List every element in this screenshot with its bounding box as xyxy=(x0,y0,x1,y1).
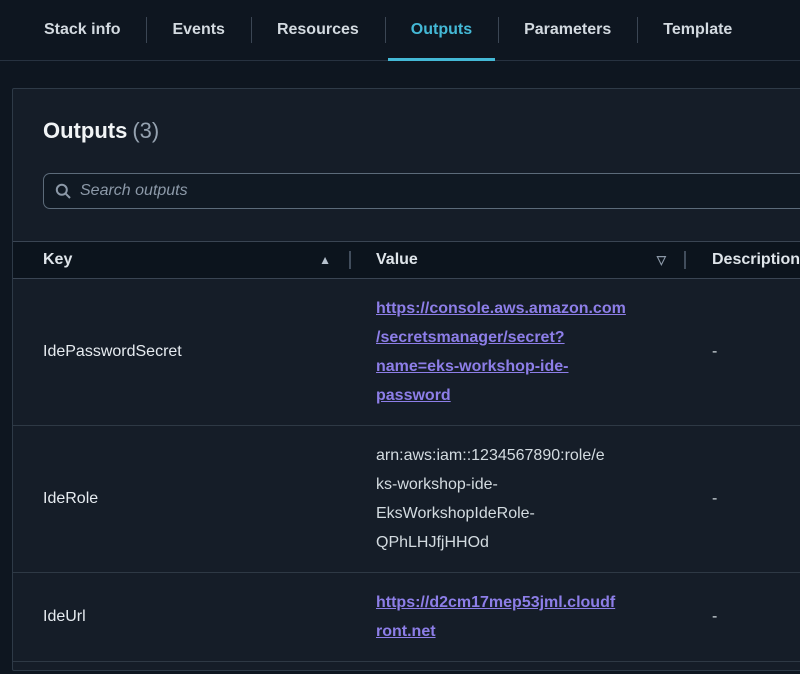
output-description: - xyxy=(684,490,800,508)
panel-title: Outputs(3) xyxy=(43,117,800,145)
column-header-value[interactable]: Value ▽ xyxy=(349,242,684,278)
column-header-value-label: Value xyxy=(376,251,418,269)
column-header-description[interactable]: Description xyxy=(684,242,800,278)
tab-events[interactable]: Events xyxy=(146,0,250,60)
outputs-panel: Outputs(3) Key ▲ Value ▽ Description xyxy=(12,88,800,671)
panel-title-text: Outputs xyxy=(43,118,127,143)
output-value-cell: https://console.aws.amazon.com /secretsm… xyxy=(349,294,684,410)
output-value-text: arn:aws:iam::1234567890:role/e ks-worksh… xyxy=(376,447,605,551)
table-row-ide-password-secret: IdePasswordSecret https://console.aws.am… xyxy=(13,279,800,426)
tab-resources[interactable]: Resources xyxy=(251,0,385,60)
search-box xyxy=(43,173,800,209)
output-value-cell: arn:aws:iam::1234567890:role/e ks-worksh… xyxy=(349,441,684,557)
column-header-key[interactable]: Key ▲ xyxy=(13,242,349,278)
output-value-cell: https://d2cm17mep53jml.cloudf ront.net xyxy=(349,588,684,646)
tab-stack-info[interactable]: Stack info xyxy=(18,0,146,60)
column-header-key-label: Key xyxy=(43,251,72,269)
output-key: IdeRole xyxy=(13,490,349,508)
search-input[interactable] xyxy=(80,182,799,200)
sort-ascending-icon: ▲ xyxy=(319,253,331,267)
tab-template[interactable]: Template xyxy=(637,0,758,60)
output-key: IdePasswordSecret xyxy=(13,343,349,361)
output-value-link[interactable]: https://d2cm17mep53jml.cloudf ront.net xyxy=(376,594,615,640)
output-key: IdeUrl xyxy=(13,608,349,626)
output-value-link[interactable]: https://console.aws.amazon.com /secretsm… xyxy=(376,300,626,404)
outputs-table-header: Key ▲ Value ▽ Description xyxy=(13,241,800,279)
outputs-table: Key ▲ Value ▽ Description IdePasswordSec… xyxy=(13,241,800,662)
stack-detail-tabs: Stack info Events Resources Outputs Para… xyxy=(0,0,800,61)
table-row-ide-role: IdeRole arn:aws:iam::1234567890:role/e k… xyxy=(13,426,800,573)
tab-outputs[interactable]: Outputs xyxy=(385,0,498,60)
table-row-ide-url: IdeUrl https://d2cm17mep53jml.cloudf ron… xyxy=(13,573,800,662)
output-description: - xyxy=(684,608,800,626)
search-icon xyxy=(55,183,71,199)
tab-parameters[interactable]: Parameters xyxy=(498,0,637,60)
output-description: - xyxy=(684,343,800,361)
column-header-description-label: Description xyxy=(712,251,800,269)
cloudformation-stack-outputs-page: { "colors": { "page-bg": "#0e1620", "car… xyxy=(0,0,800,674)
sort-unsorted-icon: ▽ xyxy=(657,253,666,267)
panel-count: (3) xyxy=(132,118,159,143)
outputs-panel-header: Outputs(3) xyxy=(13,89,800,145)
